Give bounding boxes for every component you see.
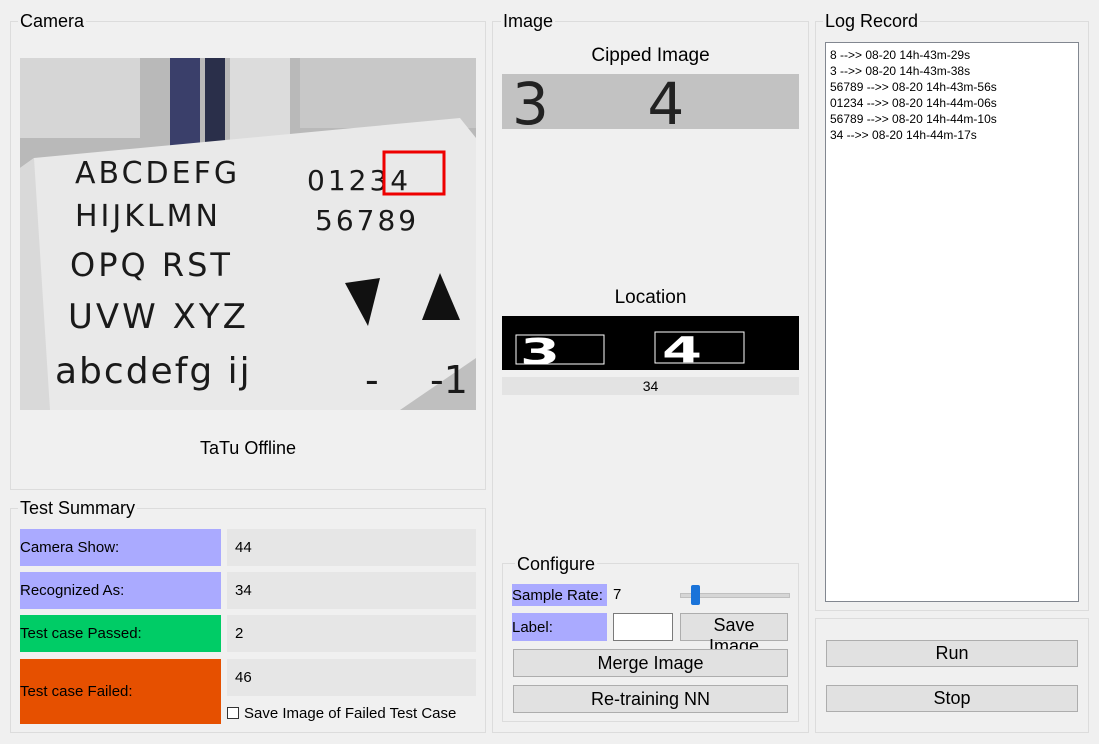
camera-show-value: 44 [227,529,476,566]
camera-group-title: Camera [18,11,87,31]
location-digit-3: 3 [520,331,560,370]
camera-sheet-line-1: ABCDEFG [75,156,240,191]
failed-label: Test case Failed: [20,659,221,724]
camera-sheet-line-7: abcdefg ij [55,351,252,392]
camera-sheet-line-5: OPQ RST [70,246,233,284]
recognized-as-label: Recognized As: [20,572,221,609]
passed-value: 2 [227,615,476,652]
location-image-graphic: 3 4 [502,316,799,370]
log-list[interactable]: 8 -->> 08-20 14h-43m-29s 3 -->> 08-20 14… [825,42,1079,602]
passed-label: Test case Passed: [20,615,221,652]
log-entry[interactable]: 56789 -->> 08-20 14h-43m-56s [830,79,1074,95]
stop-button[interactable]: Stop [826,685,1078,712]
log-entry[interactable]: 56789 -->> 08-20 14h-44m-10s [830,111,1074,127]
retrain-nn-button[interactable]: Re-training NN [513,685,788,713]
camera-sheet-line-4: 56789 [315,204,419,237]
camera-sheet-line-6: UVW XYZ [68,297,249,337]
log-record-title: Log Record [823,11,921,31]
failed-value: 46 [227,659,476,696]
log-entry[interactable]: 8 -->> 08-20 14h-43m-29s [830,47,1074,63]
location-digit-4: 4 [662,329,702,370]
label-label: Label: [512,613,607,641]
image-group-title: Image [501,11,556,31]
sample-rate-slider[interactable] [680,583,790,607]
log-entry[interactable]: 01234 -->> 08-20 14h-44m-06s [830,95,1074,111]
save-failed-checkbox-row[interactable]: Save Image of Failed Test Case [227,703,479,723]
sample-rate-slider-thumb[interactable] [691,585,700,605]
save-failed-checkbox[interactable] [227,707,239,719]
log-entry[interactable]: 34 -->> 08-20 14h-44m-17s [830,127,1074,143]
controls-group [815,618,1089,733]
location-image: 3 4 [502,316,799,370]
clipped-image: 3 4 [502,74,799,129]
label-input[interactable] [613,613,673,641]
clipped-image-title: Cipped Image [591,45,710,66]
clipped-digits: 3 4 [512,74,724,129]
camera-sheet-line-2: 01234 [307,164,411,197]
save-failed-label: Save Image of Failed Test Case [244,704,457,722]
clipped-image-graphic: 3 4 [502,74,799,129]
sample-rate-label: Sample Rate: [512,584,607,606]
camera-show-label: Camera Show: [20,529,221,566]
camera-sheet-minus-one: -1 [430,358,468,402]
location-title: Location [614,287,687,308]
merge-image-button[interactable]: Merge Image [513,649,788,677]
test-summary-title: Test Summary [18,498,138,518]
camera-sheet-line-3: HIJKLMN [75,199,221,234]
sample-rate-value: 7 [613,586,622,603]
run-button[interactable]: Run [826,640,1078,667]
save-image-button[interactable]: Save Image [680,613,788,656]
recognition-result: 34 [502,377,799,395]
camera-feed: ABCDEFG 01234 HIJKLMN 56789 OPQ RST UVW … [20,58,476,410]
log-entry[interactable]: 3 -->> 08-20 14h-43m-38s [830,63,1074,79]
camera-status: TaTu Offline [199,438,297,458]
camera-feed-image: ABCDEFG 01234 HIJKLMN 56789 OPQ RST UVW … [20,58,476,410]
camera-sheet-dash: - [365,358,379,402]
recognized-as-value: 34 [227,572,476,609]
configure-title: Configure [515,554,598,574]
